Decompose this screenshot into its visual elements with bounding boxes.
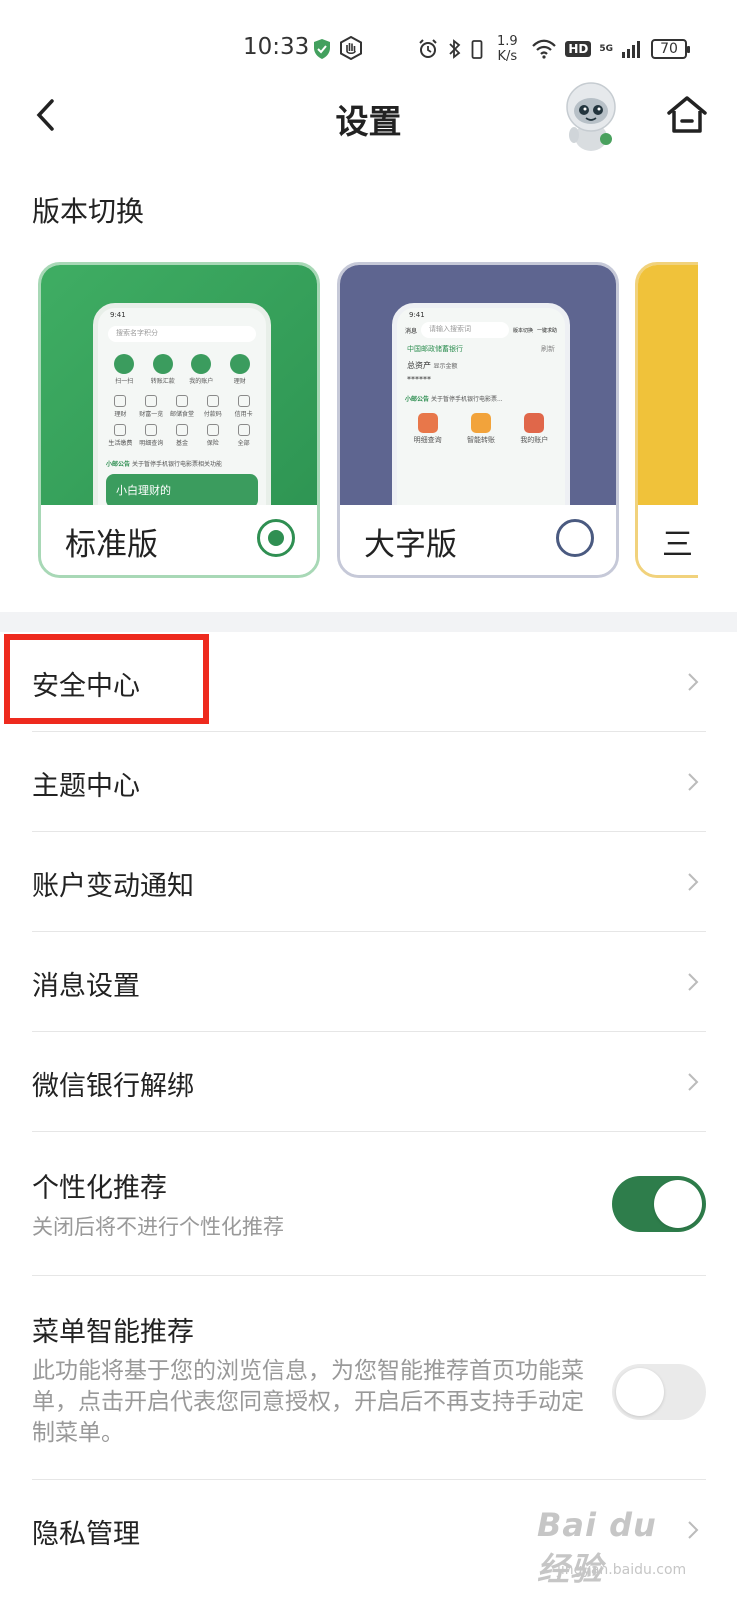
preview-notice: 小邮公告 关于暂停手机银行电影票...	[405, 396, 503, 403]
card-name-standard: 标准版	[65, 527, 158, 563]
preview-time: 9:41	[110, 311, 126, 319]
row-label: 个性化推荐	[32, 1173, 167, 1204]
preview-assets: 总资产 显示金额	[407, 361, 458, 370]
personalized-recommend-toggle[interactable]	[612, 1176, 706, 1232]
settings-row-personalized-recommend: 个性化推荐 关闭后将不进行个性化推荐	[32, 1132, 706, 1276]
status-indicators: 1.9 K/s HD 5G 70	[417, 32, 690, 66]
net-speed-value: 1.9	[496, 34, 518, 49]
row-label: 主题中心	[32, 771, 140, 802]
preview-time: 9:41	[409, 311, 425, 319]
version-cards-carousel[interactable]: 9:41 搜索名字积分 扫一扫 转账汇款 我的账户 理财 理财 财富一览 邮储食…	[38, 262, 698, 582]
status-time: 10:33	[243, 34, 310, 60]
watermark-sub: jingyan.baidu.com	[557, 1562, 687, 1578]
security-shield-icon	[314, 39, 330, 59]
preview-shortcuts: 明细查询 智能转账 我的账户	[397, 407, 565, 451]
bluetooth-icon	[449, 39, 461, 59]
toggle-knob	[654, 1180, 702, 1228]
row-label: 微信银行解绑	[32, 1071, 194, 1102]
header: 设置	[0, 75, 737, 161]
vibrate-battery-icon	[471, 40, 483, 59]
chevron-right-icon	[688, 873, 699, 891]
row-label: 消息设置	[32, 971, 140, 1002]
card-name-large-text: 大字版	[364, 527, 457, 563]
third-preview	[638, 265, 698, 511]
large-card-footer: 大字版	[340, 505, 616, 575]
highlight-box	[4, 634, 209, 724]
version-card-third[interactable]: 三	[635, 262, 698, 578]
card-name-third: 三	[662, 527, 693, 563]
row-label: 账户变动通知	[32, 871, 194, 902]
settings-row-theme-center[interactable]: 主题中心	[32, 732, 706, 832]
menu-smart-recommend-toggle[interactable]	[612, 1364, 706, 1420]
preview-top-icons: 扫一扫 转账汇款 我的账户 理财	[98, 346, 266, 393]
standard-preview: 9:41 搜索名字积分 扫一扫 转账汇款 我的账户 理财 理财 财富一览 邮储食…	[41, 265, 317, 511]
preview-bank-name: 中国邮政储蓄银行	[407, 345, 463, 353]
row-description: 关闭后将不进行个性化推荐	[32, 1215, 284, 1239]
hd-badge: HD	[565, 41, 592, 57]
net-speed-unit: K/s	[497, 49, 518, 64]
preview-notice: 小邮公告 关于暂停手机银行电影票相关功能	[106, 461, 222, 468]
battery-indicator: 70	[651, 39, 690, 59]
radio-selected-icon[interactable]	[257, 519, 295, 557]
settings-row-account-notice[interactable]: 账户变动通知	[32, 832, 706, 932]
radio-unselected-icon[interactable]	[556, 519, 594, 557]
page-title: 设置	[335, 102, 402, 141]
row-description: 此功能将基于您的浏览信息，为您智能推荐首页功能菜单，点击开启代表您同意授权，开启…	[32, 1358, 584, 1446]
version-card-standard[interactable]: 9:41 搜索名字积分 扫一扫 转账汇款 我的账户 理财 理财 财富一览 邮储食…	[38, 262, 320, 578]
settings-row-message-settings[interactable]: 消息设置	[32, 932, 706, 1032]
version-card-large-text[interactable]: 9:41 消息 请输入搜索词 版本切换 一键求助 中国邮政储蓄银行 刷新 总资产…	[337, 262, 619, 578]
row-label: 隐私管理	[32, 1519, 140, 1550]
chevron-right-icon	[688, 673, 699, 691]
section-divider	[0, 612, 737, 632]
settings-row-wechat-unbind[interactable]: 微信银行解绑	[32, 1032, 706, 1132]
baidu-watermark: Bai du 经验 jingyan.baidu.com	[537, 1496, 697, 1596]
row-label: 菜单智能推荐	[32, 1317, 194, 1348]
large-phone-mockup: 9:41 消息 请输入搜索词 版本切换 一键求助 中国邮政储蓄银行 刷新 总资产…	[392, 303, 570, 511]
signal-icon	[622, 41, 640, 58]
standard-card-footer: 标准版	[41, 505, 317, 575]
preview-banner: 小白理财的	[106, 474, 258, 508]
wifi-icon	[532, 39, 557, 59]
network-speed: 1.9 K/s	[491, 34, 523, 64]
toggle-knob	[616, 1368, 664, 1416]
gesture-hand-icon	[340, 36, 362, 60]
large-text-preview: 9:41 消息 请输入搜索词 版本切换 一键求助 中国邮政储蓄银行 刷新 总资产…	[340, 265, 616, 511]
preview-masked-amount: ******	[407, 375, 431, 384]
settings-row-menu-smart-recommend: 菜单智能推荐 此功能将基于您的浏览信息，为您智能推荐首页功能菜单，点击开启代表您…	[32, 1276, 706, 1480]
alarm-icon	[419, 39, 438, 58]
preview-top-row: 消息 请输入搜索词 版本切换 一键求助	[397, 322, 565, 338]
home-icon[interactable]	[664, 91, 710, 139]
preview-grid: 理财 财富一览 邮储食堂 付款码 信用卡 生活缴费 明细查询 基金 保险 全部	[98, 393, 266, 455]
network-type: 5G	[599, 44, 613, 54]
mascot-robot-avatar[interactable]	[556, 77, 626, 155]
chevron-right-icon	[688, 973, 699, 991]
version-switch-label: 版本切换	[32, 195, 145, 228]
preview-search: 搜索名字积分	[108, 326, 256, 342]
standard-phone-mockup: 9:41 搜索名字积分 扫一扫 转账汇款 我的账户 理财 理财 财富一览 邮储食…	[93, 303, 271, 511]
chevron-right-icon	[688, 1073, 699, 1091]
chevron-right-icon	[688, 773, 699, 791]
third-card-footer: 三	[638, 505, 698, 575]
